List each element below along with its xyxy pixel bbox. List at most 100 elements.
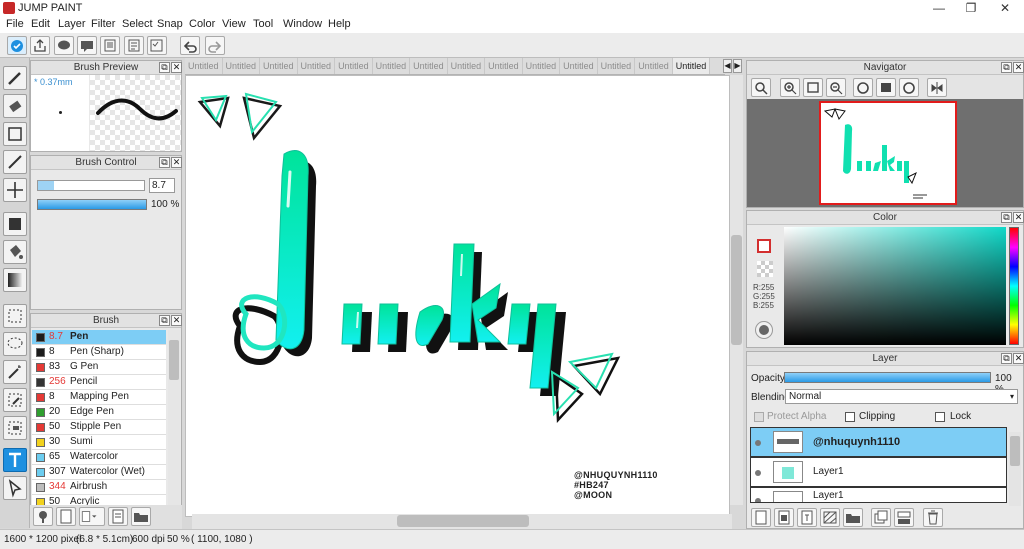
lock-checkbox[interactable]: [935, 412, 945, 422]
zoom-in-icon[interactable]: [780, 78, 800, 97]
tab-scroll-right-icon[interactable]: ▶: [733, 59, 742, 73]
tab-document[interactable]: Untitled: [185, 58, 223, 74]
close-icon[interactable]: ✕: [988, 0, 1022, 17]
select-pen-tool-icon[interactable]: [3, 388, 27, 412]
navigator-thumbnail[interactable]: [819, 101, 957, 205]
brush-item[interactable]: 65 Watercolor: [32, 450, 166, 465]
fit-window-icon[interactable]: [803, 78, 823, 97]
bucket-tool-icon[interactable]: [3, 240, 27, 264]
panel-close-icon[interactable]: ✕: [171, 157, 182, 168]
tab-active-document[interactable]: Untitled: [672, 58, 711, 74]
page-icon[interactable]: [100, 36, 120, 55]
brush-item[interactable]: 256 Pencil: [32, 375, 166, 390]
panel-close-icon[interactable]: ✕: [171, 62, 182, 73]
menu-edit[interactable]: Edit: [31, 18, 50, 30]
eye-icon[interactable]: [755, 440, 761, 446]
tab-scroll-left-icon[interactable]: ◀: [723, 59, 732, 73]
tab-document[interactable]: Untitled: [335, 58, 373, 74]
redo-icon[interactable]: [205, 36, 225, 55]
canvas[interactable]: @NHUQUYNH1110 #HB247 @MOON: [185, 75, 730, 517]
rotate-left-icon[interactable]: [853, 78, 873, 97]
brush-folder-icon[interactable]: [131, 507, 151, 526]
select-eraser-tool-icon[interactable]: [3, 416, 27, 440]
tab-document[interactable]: Untitled: [485, 58, 523, 74]
lasso-tool-icon[interactable]: [3, 332, 27, 356]
transparent-color-icon[interactable]: [757, 261, 773, 277]
panel-close-icon[interactable]: ✕: [1013, 212, 1024, 223]
undo-icon[interactable]: [180, 36, 200, 55]
merge-layer-icon[interactable]: [894, 508, 914, 527]
tab-document[interactable]: Untitled: [223, 58, 261, 74]
menu-file[interactable]: File: [6, 18, 24, 30]
eye-icon[interactable]: [755, 498, 761, 502]
brush-item[interactable]: 30 Sumi: [32, 435, 166, 450]
brush-item[interactable]: 8.7 Pen: [32, 330, 166, 345]
foreground-color-swatch[interactable]: [757, 239, 771, 253]
layer-opacity-slider[interactable]: [784, 372, 991, 383]
pen-tool-icon[interactable]: [3, 66, 27, 90]
brush-item[interactable]: 83 G Pen: [32, 360, 166, 375]
halftone-layer-icon[interactable]: [820, 508, 840, 527]
comment-icon[interactable]: [54, 36, 74, 55]
eye-icon[interactable]: [755, 470, 761, 476]
move-tool-icon[interactable]: [3, 178, 27, 202]
tab-document[interactable]: Untitled: [598, 58, 636, 74]
brush-settings-icon[interactable]: [108, 507, 128, 526]
brush-item[interactable]: 50 Stipple Pen: [32, 420, 166, 435]
restore-icon[interactable]: ❐: [954, 0, 988, 17]
new-text-layer-icon[interactable]: [797, 508, 817, 527]
operation-tool-icon[interactable]: [3, 476, 27, 500]
zoom-out-icon[interactable]: [826, 78, 846, 97]
canvas-horizontal-scrollbar[interactable]: [192, 514, 732, 529]
palette-icon[interactable]: [755, 321, 773, 339]
menu-view[interactable]: View: [222, 18, 246, 30]
layer-folder-icon[interactable]: [843, 508, 863, 527]
panel-close-icon[interactable]: ✕: [1013, 353, 1024, 364]
new-brush-icon[interactable]: [56, 507, 76, 526]
brush-download-icon[interactable]: [33, 507, 53, 526]
menu-layer[interactable]: Layer: [58, 18, 86, 30]
line-tool-icon[interactable]: [3, 150, 27, 174]
duplicate-layer-icon[interactable]: [871, 508, 891, 527]
document-icon[interactable]: [124, 36, 144, 55]
checklist-icon[interactable]: [147, 36, 167, 55]
layer-list-scrollbar[interactable]: [1009, 432, 1021, 506]
tab-document[interactable]: Untitled: [448, 58, 486, 74]
flip-icon[interactable]: [927, 78, 947, 97]
menu-snap[interactable]: Snap: [157, 18, 183, 30]
delete-layer-icon[interactable]: [923, 508, 943, 527]
rectangle-tool-icon[interactable]: [3, 122, 27, 146]
menu-window[interactable]: Window: [283, 18, 322, 30]
new-raster-layer-icon[interactable]: [774, 508, 794, 527]
brush-item[interactable]: 8 Pen (Sharp): [32, 345, 166, 360]
new-layer-icon[interactable]: [751, 508, 771, 527]
brush-item[interactable]: 344 Airbrush: [32, 480, 166, 495]
cloud-icon[interactable]: [7, 36, 27, 55]
text-tool-icon[interactable]: [3, 448, 27, 472]
menu-color[interactable]: Color: [189, 18, 215, 30]
layer-row[interactable]: Layer1: [750, 487, 1007, 503]
brush-opacity-slider[interactable]: [37, 199, 147, 210]
menu-filter[interactable]: Filter: [91, 18, 115, 30]
reset-view-icon[interactable]: [876, 78, 896, 97]
panel-close-icon[interactable]: ✕: [171, 315, 182, 326]
rotate-right-icon[interactable]: [899, 78, 919, 97]
brush-menu-icon[interactable]: [79, 507, 105, 526]
select-rect-tool-icon[interactable]: [3, 304, 27, 328]
brush-list-scrollbar[interactable]: [168, 330, 180, 510]
share-icon[interactable]: [30, 36, 50, 55]
protect-alpha-checkbox[interactable]: [754, 412, 764, 422]
color-saturation-field[interactable]: [784, 227, 1006, 345]
float-icon[interactable]: ⧉: [1001, 62, 1012, 73]
tab-document[interactable]: Untitled: [635, 58, 673, 74]
panel-close-icon[interactable]: ✕: [1013, 62, 1024, 73]
menu-select[interactable]: Select: [122, 18, 153, 30]
eraser-tool-icon[interactable]: [3, 94, 27, 118]
menu-tool[interactable]: Tool: [253, 18, 273, 30]
tab-document[interactable]: Untitled: [410, 58, 448, 74]
tab-document[interactable]: Untitled: [298, 58, 336, 74]
float-icon[interactable]: ⧉: [159, 315, 170, 326]
tab-document[interactable]: Untitled: [373, 58, 411, 74]
float-icon[interactable]: ⧉: [159, 62, 170, 73]
canvas-vertical-scrollbar[interactable]: [730, 75, 743, 505]
